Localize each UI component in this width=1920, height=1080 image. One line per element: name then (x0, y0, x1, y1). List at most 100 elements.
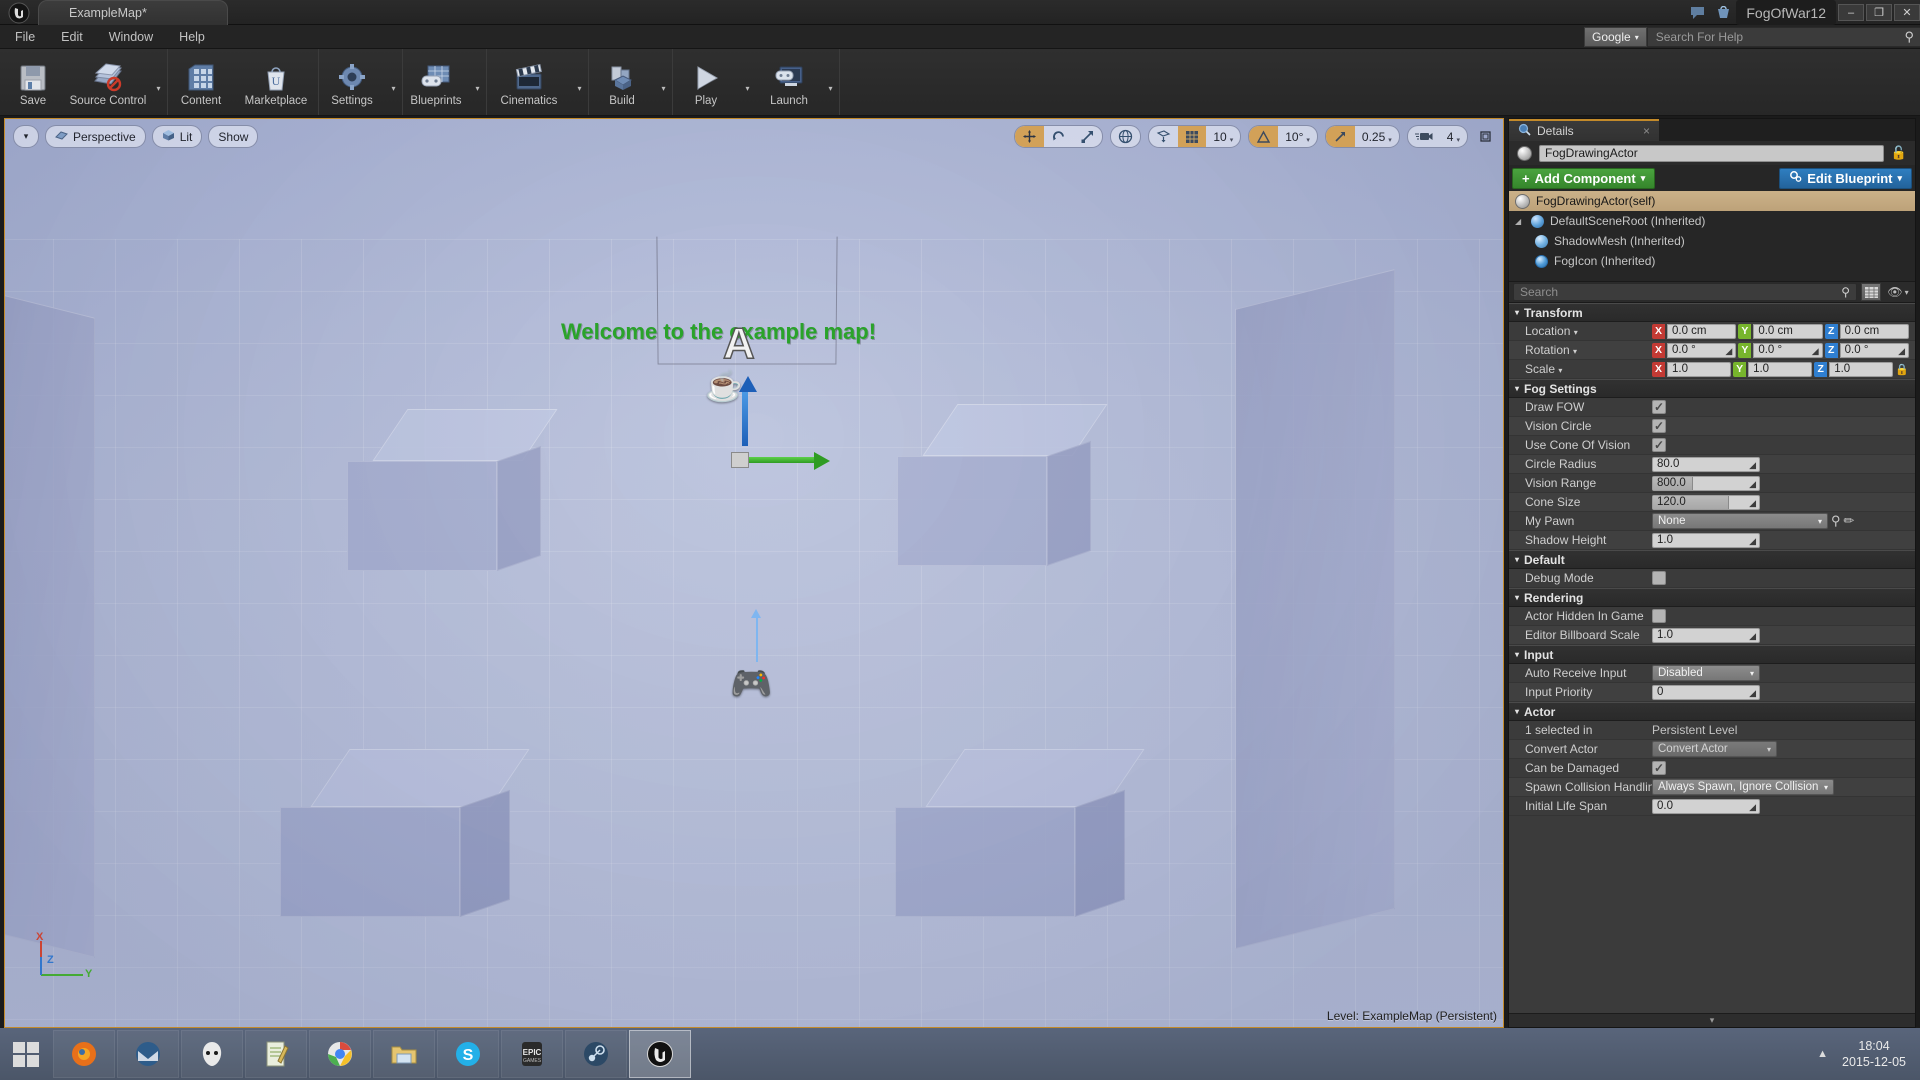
property-row-circle-radius[interactable]: Circle Radius 80.0 ◢ (1509, 455, 1915, 474)
reset-icon[interactable]: ◢ (1749, 479, 1756, 490)
reset-icon[interactable]: ◢ (1749, 498, 1756, 509)
build-button[interactable]: Build (589, 49, 655, 115)
blueprints-button[interactable]: Blueprints (403, 49, 469, 115)
property-row-auto-receive-input[interactable]: Auto Receive Input Disabled ▾ (1509, 664, 1915, 683)
taskbar-item-firefox[interactable] (53, 1030, 115, 1078)
wall-left[interactable] (5, 280, 95, 958)
scale-z-input[interactable]: 1.0 (1829, 361, 1894, 377)
wall-right[interactable] (1235, 269, 1395, 949)
property-row-vision-range[interactable]: Vision Range 800.0 ◢ (1509, 474, 1915, 493)
component-row-shadowmesh[interactable]: ShadowMesh (Inherited) (1509, 231, 1915, 251)
section-header-actor[interactable]: ▾ Actor (1509, 702, 1915, 721)
section-header-fog-settings[interactable]: ▾ Fog Settings (1509, 379, 1915, 398)
settings-dropdown-arrow[interactable]: ▾ (385, 49, 402, 115)
viewport-show-menu[interactable]: Show (208, 125, 259, 148)
rotation-z-input[interactable]: 0.0 ° ◢ (1839, 342, 1909, 358)
grid-snap-value[interactable]: 10 ▾ (1206, 126, 1240, 147)
level-viewport[interactable]: Welcome to the example map! A ☕ 🎮 ▾ Pers… (4, 118, 1504, 1028)
chevron-down-icon[interactable]: ▾ (1573, 347, 1577, 356)
transform-gizmo[interactable] (731, 374, 853, 494)
maximize-viewport-icon[interactable] (1475, 127, 1495, 147)
gizmo-origin-handle[interactable] (731, 452, 749, 468)
property-row-shadow-height[interactable]: Shadow Height 1.0 ◢ (1509, 531, 1915, 550)
property-row-rotation[interactable]: Rotation ▾ X 0.0 ° ◢ Y 0.0 ° ◢ Z 0.0 ° ◢ (1509, 341, 1915, 360)
property-row-draw-fow[interactable]: Draw FOW ✓ (1509, 398, 1915, 417)
details-view-options[interactable]: 👁 ▾ (1885, 283, 1911, 301)
world-globe-icon[interactable] (1111, 126, 1140, 147)
auto-receive-input-dropdown[interactable]: Disabled ▾ (1652, 665, 1760, 681)
play-button[interactable]: Play (673, 49, 739, 115)
viewport-camera-mode[interactable]: Perspective (45, 125, 146, 148)
grid-view-icon[interactable] (1861, 283, 1881, 301)
cone-size-input[interactable]: 120.0 ◢ (1652, 494, 1760, 510)
box-front-right[interactable] (895, 749, 1165, 949)
angle-snap-icon[interactable] (1249, 126, 1279, 147)
box-back-right[interactable] (897, 404, 1120, 584)
reset-icon[interactable]: ◢ (1812, 346, 1819, 357)
scale-snap-value[interactable]: 0.25 ▾ (1355, 126, 1399, 147)
scale-snap-icon[interactable] (1325, 126, 1355, 147)
fog-drawing-actor-icon[interactable]: ☕ (705, 369, 742, 404)
translate-gizmo-icon[interactable] (1015, 126, 1045, 147)
menu-edit[interactable]: Edit (50, 27, 94, 47)
can-be-damaged-checkbox[interactable]: ✓ (1652, 761, 1666, 775)
property-row-actor-hidden-in-game[interactable]: Actor Hidden In Game ✓ (1509, 607, 1915, 626)
level-tab[interactable]: ExampleMap* (38, 0, 228, 25)
eyedropper-icon[interactable]: ✏ (1844, 513, 1855, 529)
use-cone-of-vision-checkbox[interactable]: ✓ (1652, 438, 1666, 452)
menu-window[interactable]: Window (98, 27, 164, 47)
scale-gizmo-icon[interactable] (1073, 126, 1102, 147)
component-row-self[interactable]: FogDrawingActor(self) (1509, 191, 1915, 211)
property-row-cone-size[interactable]: Cone Size 120.0 ◢ (1509, 493, 1915, 512)
taskbar-item-skype[interactable]: S (437, 1030, 499, 1078)
tab-details[interactable]: Details × (1509, 119, 1659, 141)
search-for-help-input[interactable]: Search For Help (1646, 27, 1920, 47)
scale-lock-icon[interactable]: 🔒 (1895, 363, 1909, 376)
marketplace-button[interactable]: U Marketplace (234, 49, 318, 115)
rotation-y-input[interactable]: 0.0 ° ◢ (1753, 342, 1823, 358)
property-row-debug-mode[interactable]: Debug Mode ✓ (1509, 569, 1915, 588)
component-row-defaultsceneroot[interactable]: ◢ DefaultSceneRoot (Inherited) (1509, 211, 1915, 231)
lock-icon[interactable]: 🔓 (1891, 145, 1907, 161)
cinematics-button[interactable]: Cinematics (487, 49, 571, 115)
gizmo-y-arrow[interactable] (814, 452, 830, 470)
viewport-options-menu[interactable]: ▾ (13, 125, 39, 148)
camera-speed-value[interactable]: 4 ▾ (1440, 126, 1467, 147)
convert-actor-dropdown[interactable]: Convert Actor ▾ (1652, 741, 1777, 757)
expander-icon[interactable]: ◢ (1515, 217, 1525, 226)
taskbar-item-unreal-editor[interactable] (629, 1030, 691, 1078)
component-row-fogicon[interactable]: FogIcon (Inherited) (1509, 251, 1915, 271)
actor-name-input[interactable]: FogDrawingActor (1539, 144, 1884, 162)
reset-icon[interactable]: ◢ (1749, 688, 1756, 699)
scale-y-input[interactable]: 1.0 (1748, 361, 1813, 377)
source-control-button[interactable]: Source Control (66, 49, 150, 115)
property-row-use-cone-of-vision[interactable]: Use Cone Of Vision ✓ (1509, 436, 1915, 455)
location-z-input[interactable]: 0.0 cm (1839, 323, 1909, 339)
taskbar-item-chrome[interactable] (309, 1030, 371, 1078)
reset-icon[interactable]: ◢ (1749, 536, 1756, 547)
chevron-down-icon[interactable]: ▾ (1558, 366, 1562, 375)
box-front-left[interactable] (280, 749, 550, 949)
taskbar-item-steam[interactable] (565, 1030, 627, 1078)
debug-mode-checkbox[interactable]: ✓ (1652, 571, 1666, 585)
box-back-left[interactable] (347, 409, 570, 589)
location-x-input[interactable]: 0.0 cm (1667, 323, 1737, 339)
property-row-my-pawn[interactable]: My Pawn None ▾ ⚲ ✏ (1509, 512, 1915, 531)
taskbar-item-notepad[interactable] (245, 1030, 307, 1078)
edit-blueprint-button[interactable]: Edit Blueprint ▾ (1779, 167, 1912, 189)
draw-fow-checkbox[interactable]: ✓ (1652, 400, 1666, 414)
circle-radius-input[interactable]: 80.0 ◢ (1652, 456, 1760, 472)
reset-icon[interactable]: ◢ (1725, 346, 1732, 357)
magnifier-icon[interactable]: ⚲ (1904, 29, 1914, 45)
viewport-view-mode[interactable]: Lit (151, 125, 203, 148)
taskbar-clock[interactable]: 18:04 2015-12-05 (1842, 1038, 1906, 1070)
search-engine-selector[interactable]: Google ▾ (1584, 27, 1647, 47)
details-property-list[interactable]: ▾ Transform Location ▾ X 0.0 cm Y 0.0 cm… (1509, 303, 1915, 1013)
vision-circle-checkbox[interactable]: ✓ (1652, 419, 1666, 433)
details-search-input[interactable]: Search ⚲ (1513, 283, 1857, 301)
property-row-input-priority[interactable]: Input Priority 0 ◢ (1509, 683, 1915, 702)
surface-snap-icon[interactable] (1149, 126, 1178, 147)
section-header-default[interactable]: ▾ Default (1509, 550, 1915, 569)
blueprints-dropdown-arrow[interactable]: ▾ (469, 49, 486, 115)
shadow-height-input[interactable]: 1.0 ◢ (1652, 532, 1760, 548)
